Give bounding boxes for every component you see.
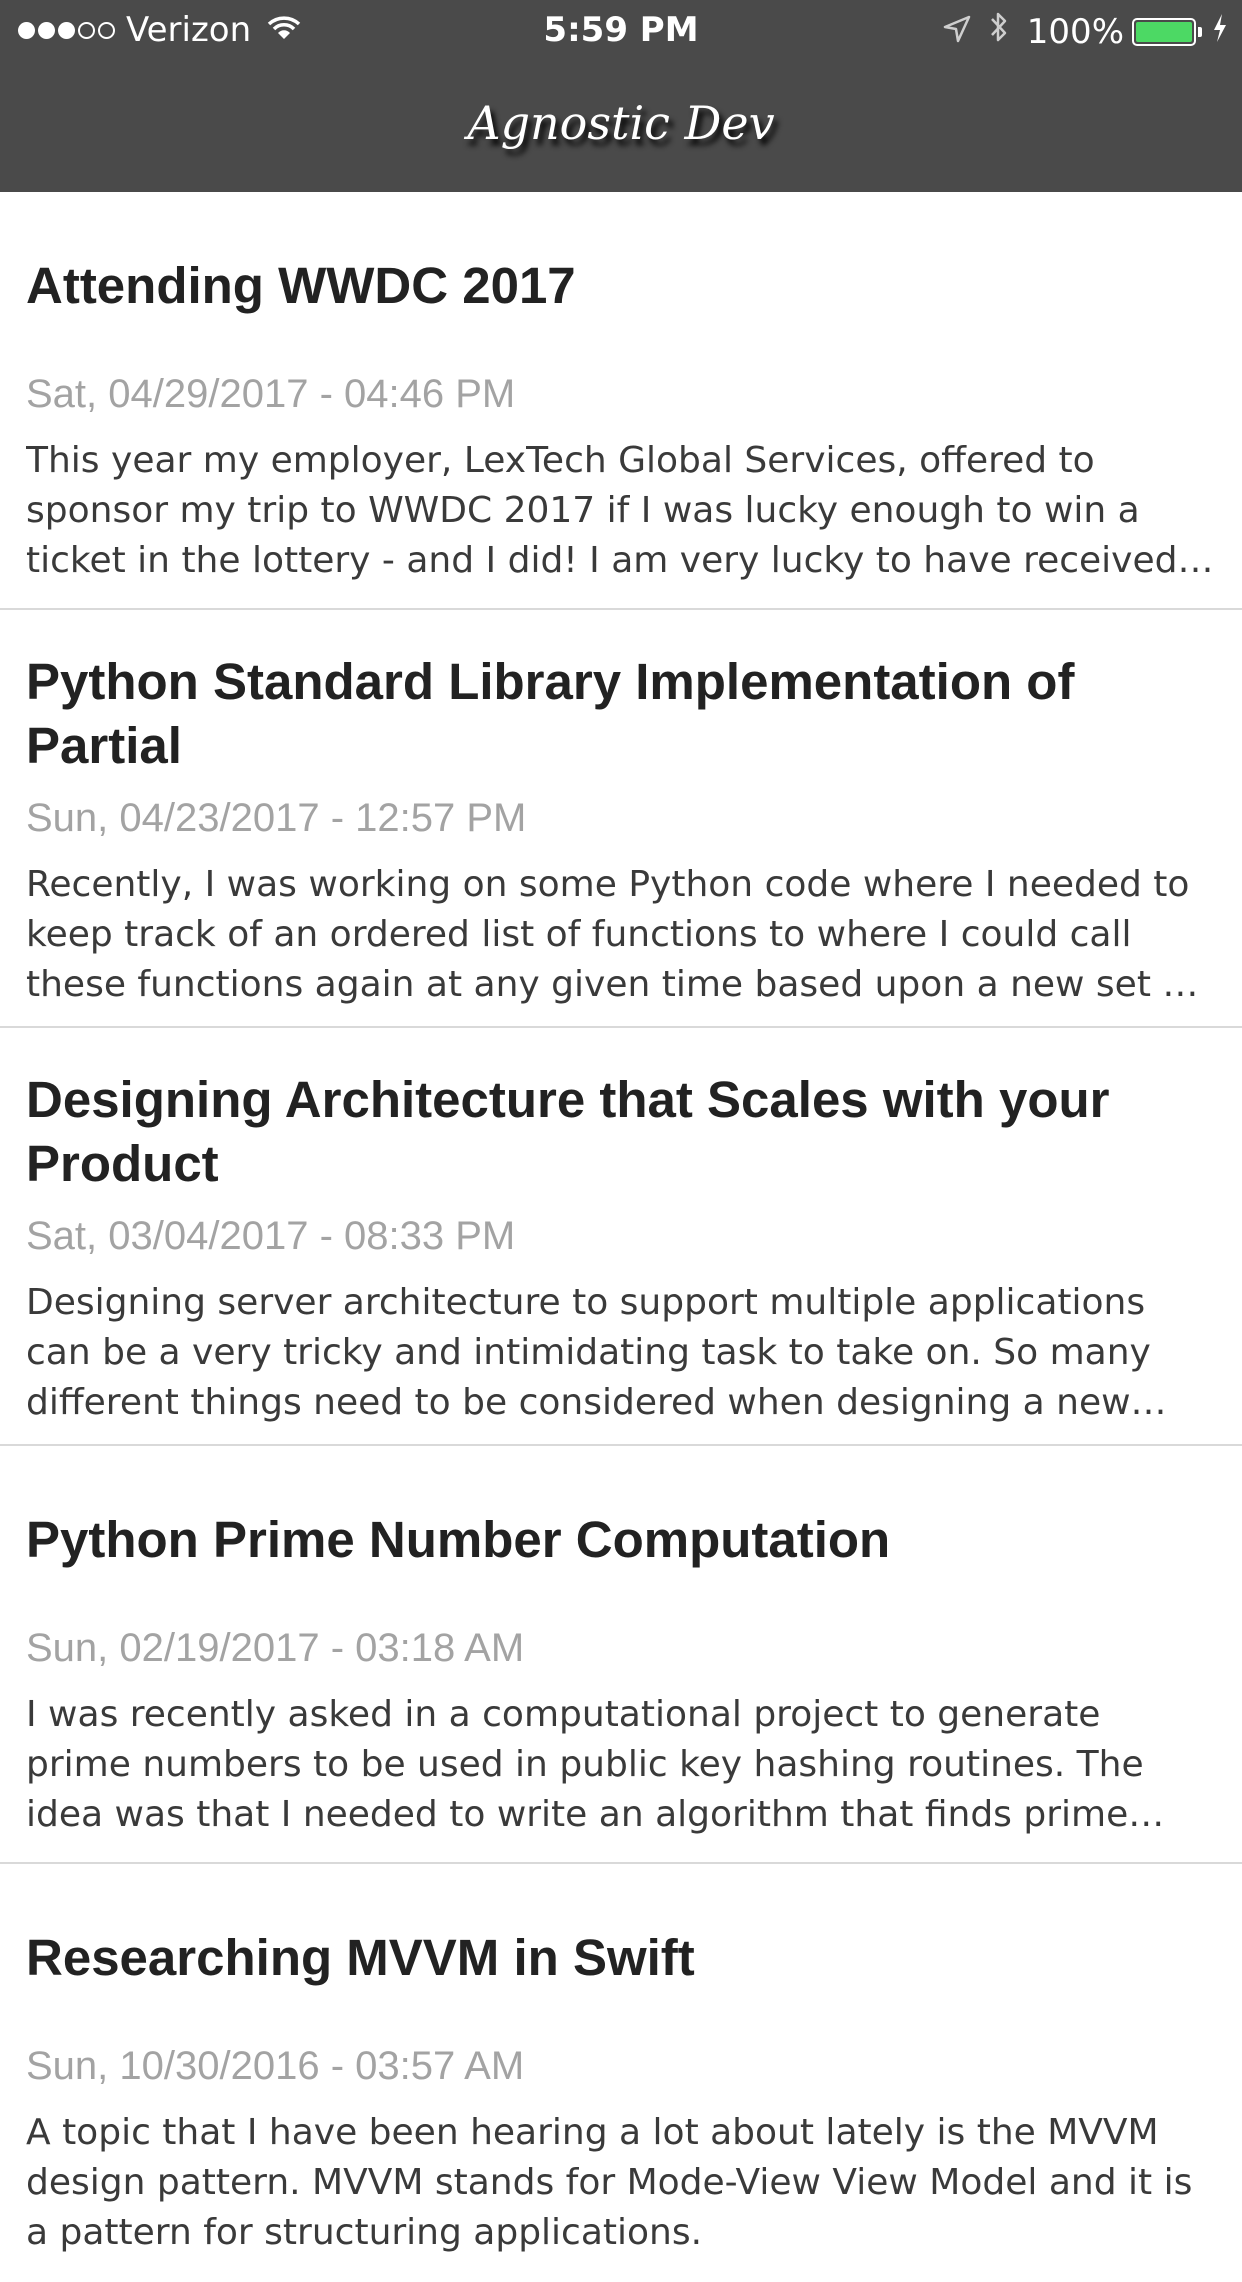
navigation-bar: Agnostic Dev bbox=[0, 60, 1242, 192]
post-excerpt: Designing server architecture to support… bbox=[26, 1282, 1151, 1423]
battery-icon bbox=[1132, 17, 1202, 46]
location-icon bbox=[943, 12, 971, 52]
post-date: Sun, 04/23/2017 - 12:57 PM bbox=[26, 796, 527, 840]
post-date: Sun, 02/19/2017 - 03:18 AM bbox=[26, 1626, 525, 1670]
post-title: Python Prime Number Computation bbox=[26, 1511, 891, 1568]
battery-fill bbox=[1136, 21, 1192, 42]
status-bar: Verizon 5:59 PM 100% bbox=[0, 0, 1242, 60]
post-row[interactable]: Researching MVVM in Swift Sun, 10/30/201… bbox=[0, 1864, 1242, 2282]
post-title: Attending WWDC 2017 bbox=[26, 257, 576, 314]
post-title: Python Standard Library Implementation o… bbox=[26, 653, 1075, 774]
bluetooth-icon bbox=[989, 10, 1009, 53]
post-row[interactable]: Designing Architecture that Scales with … bbox=[0, 1028, 1242, 1446]
post-row[interactable]: Python Standard Library Implementation o… bbox=[0, 610, 1242, 1028]
charging-icon bbox=[1212, 12, 1228, 52]
post-list[interactable]: Attending WWDC 2017 Sat, 04/29/2017 - 04… bbox=[0, 192, 1242, 2282]
post-excerpt: Recently, I was working on some Python c… bbox=[26, 864, 1198, 1005]
post-excerpt: A topic that I have been hearing a lot a… bbox=[26, 2112, 1193, 2253]
battery-percent: 100% bbox=[1026, 11, 1124, 52]
post-row[interactable]: Attending WWDC 2017 Sat, 04/29/2017 - 04… bbox=[0, 192, 1242, 610]
post-title: Designing Architecture that Scales with … bbox=[26, 1071, 1110, 1192]
post-date: Sat, 03/04/2017 - 08:33 PM bbox=[26, 1214, 516, 1258]
post-date: Sun, 10/30/2016 - 03:57 AM bbox=[26, 2044, 525, 2088]
status-right: 100% bbox=[943, 10, 1228, 53]
post-date: Sat, 04/29/2017 - 04:46 PM bbox=[26, 372, 516, 416]
post-row[interactable]: Python Prime Number Computation Sun, 02/… bbox=[0, 1446, 1242, 1864]
post-excerpt: I was recently asked in a computational … bbox=[26, 1694, 1144, 1835]
nav-title: Agnostic Dev bbox=[467, 96, 775, 150]
post-excerpt: This year my employer, LexTech Global Se… bbox=[26, 440, 1178, 581]
post-title: Researching MVVM in Swift bbox=[26, 1929, 695, 1986]
